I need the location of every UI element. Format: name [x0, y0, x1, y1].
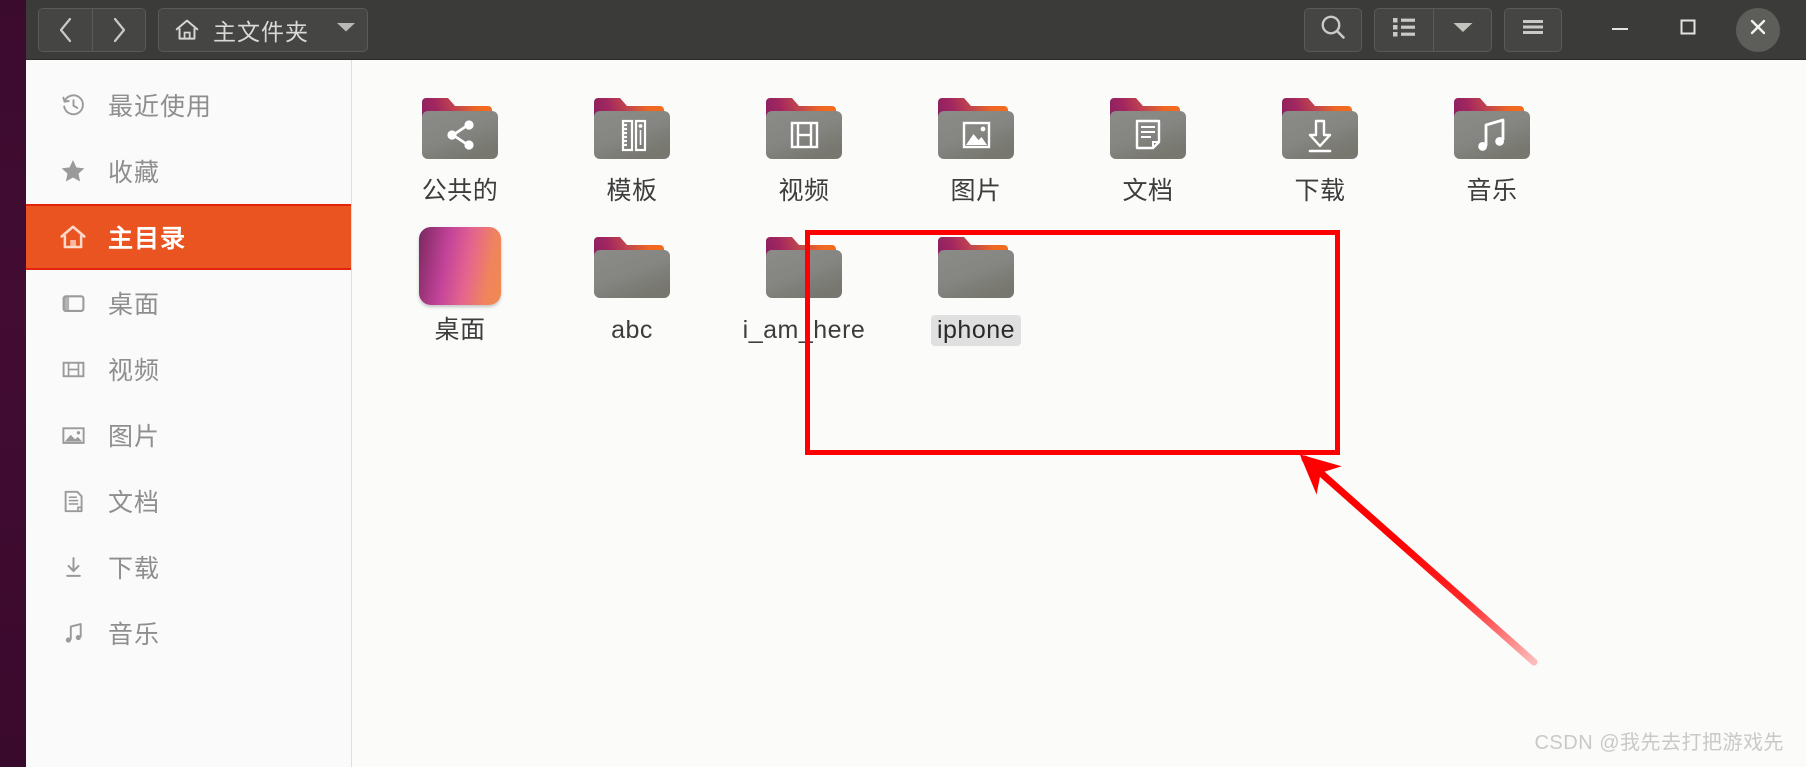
chevron-down-icon	[1451, 20, 1475, 40]
list-view-icon	[1390, 14, 1418, 45]
download-icon	[58, 552, 88, 582]
file-item-label: abc	[611, 315, 653, 344]
minimize-icon	[1607, 14, 1633, 45]
file-item-label: iphone	[930, 314, 1022, 346]
folder-documents-icon	[1100, 84, 1196, 166]
folder-icon	[756, 223, 852, 305]
sidebar-item-desktop[interactable]: 桌面	[26, 270, 351, 336]
back-button[interactable]	[39, 8, 92, 51]
file-item-pictures[interactable]: 图片	[890, 76, 1062, 207]
close-button[interactable]	[1736, 7, 1780, 52]
file-item-downloads[interactable]: 下载	[1234, 76, 1406, 207]
sidebar-item-label: 图片	[108, 423, 161, 451]
file-item-desktop[interactable]: 桌面	[374, 215, 546, 346]
titlebar-left-group: 主文件夹	[26, 7, 368, 52]
folder-pictures-icon	[928, 84, 1024, 166]
file-item-label: 音乐	[1466, 177, 1518, 205]
file-item-i-am-here[interactable]: i_am_here	[718, 215, 890, 346]
window-body: 最近使用 收藏 主目录 桌面 视频 图片 文档 下载 音乐 公共的 模板 视频 …	[26, 60, 1806, 767]
folder-music-icon	[1444, 84, 1540, 166]
sidebar-item-favorites[interactable]: 收藏	[26, 138, 351, 204]
minimize-button[interactable]	[1600, 10, 1640, 50]
maximize-button[interactable]	[1668, 10, 1708, 50]
folder-icon	[928, 223, 1024, 305]
file-item-label: 模板	[606, 177, 658, 205]
file-item-documents[interactable]: 文档	[1062, 76, 1234, 207]
file-item-label: 下载	[1294, 177, 1346, 205]
file-item-music[interactable]: 音乐	[1406, 76, 1578, 207]
breadcrumb-label: 主文件夹	[213, 18, 309, 45]
sidebar-item-recent[interactable]: 最近使用	[26, 72, 351, 138]
folder-downloads-icon	[1272, 84, 1368, 166]
sidebar-item-home[interactable]: 主目录	[26, 204, 351, 270]
chevron-down-icon[interactable]	[335, 20, 357, 39]
file-item-label: 公共的	[421, 177, 499, 205]
sidebar-item-label: 下载	[108, 555, 161, 583]
file-item-public[interactable]: 公共的	[374, 76, 546, 207]
sidebar-item-documents[interactable]: 文档	[26, 468, 351, 534]
document-icon	[58, 486, 88, 516]
sidebar-item-label: 最近使用	[108, 93, 213, 121]
sidebar-item-label: 桌面	[108, 291, 161, 319]
search-icon	[1318, 12, 1348, 47]
file-item-iphone[interactable]: iphone	[890, 215, 1062, 346]
music-icon	[58, 618, 88, 648]
home-icon	[173, 16, 201, 44]
sidebar-item-label: 音乐	[108, 621, 161, 649]
folder-icon	[584, 223, 680, 305]
folder-videos-icon	[756, 84, 852, 166]
sidebar: 最近使用 收藏 主目录 桌面 视频 图片 文档 下载 音乐	[26, 60, 352, 767]
home-icon	[58, 222, 88, 252]
sidebar-item-label: 收藏	[108, 159, 161, 187]
forward-button[interactable]	[92, 8, 145, 51]
navigation-button-group	[38, 7, 146, 52]
view-controls-group	[1374, 7, 1492, 52]
clock-icon	[58, 90, 88, 120]
file-list-area[interactable]: 公共的 模板 视频 图片 文档 下载 音乐 桌面 abc i_am_here i…	[352, 60, 1806, 767]
file-item-label: 桌面	[434, 315, 486, 344]
hamburger-menu-icon	[1519, 15, 1547, 44]
breadcrumb-path-button[interactable]: 主文件夹	[158, 7, 368, 52]
file-item-videos[interactable]: 视频	[718, 76, 890, 207]
video-icon	[58, 354, 88, 384]
sidebar-item-label: 文档	[108, 489, 161, 517]
close-icon	[1745, 14, 1771, 45]
icon-grid-row: 公共的 模板 视频 图片 文档 下载 音乐	[352, 76, 1806, 207]
search-button[interactable]	[1304, 7, 1362, 52]
watermark-text: CSDN @我先去打把游戏先	[1534, 732, 1784, 754]
window-controls	[1574, 7, 1798, 52]
file-item-templates[interactable]: 模板	[546, 76, 718, 207]
star-icon	[58, 156, 88, 186]
window-titlebar: 主文件夹	[26, 0, 1806, 60]
folder-share-icon	[412, 84, 508, 166]
sidebar-item-pictures[interactable]: 图片	[26, 402, 351, 468]
file-item-label: 视频	[778, 177, 830, 205]
file-item-label: 文档	[1122, 177, 1174, 205]
file-item-label: 图片	[950, 177, 1002, 205]
sidebar-item-label: 主目录	[108, 225, 187, 253]
view-options-dropdown[interactable]	[1433, 8, 1491, 51]
icon-grid: 公共的 模板 视频 图片 文档 下载 音乐 桌面 abc i_am_here i…	[352, 60, 1806, 346]
file-manager-window: 主文件夹 最近使用 收藏 主目录 桌面 视频 图片 文档 下载 音乐 公共的 模…	[0, 0, 1806, 767]
titlebar-right-group	[1304, 7, 1806, 52]
maximize-icon	[1675, 14, 1701, 45]
desktop-gradient-icon	[412, 223, 508, 305]
list-view-button[interactable]	[1375, 9, 1433, 51]
sidebar-item-videos[interactable]: 视频	[26, 336, 351, 402]
file-item-abc[interactable]: abc	[546, 215, 718, 346]
image-icon	[58, 420, 88, 450]
icon-grid-row: 桌面 abc i_am_here iphone	[352, 215, 1806, 346]
desktop-background-strip	[0, 0, 26, 767]
file-item-label: i_am_here	[742, 315, 866, 344]
desktop-icon	[58, 288, 88, 318]
sidebar-item-music[interactable]: 音乐	[26, 600, 351, 666]
sidebar-item-downloads[interactable]: 下载	[26, 534, 351, 600]
folder-templates-icon	[584, 84, 680, 166]
sidebar-item-label: 视频	[108, 357, 161, 385]
main-menu-button[interactable]	[1504, 7, 1562, 52]
